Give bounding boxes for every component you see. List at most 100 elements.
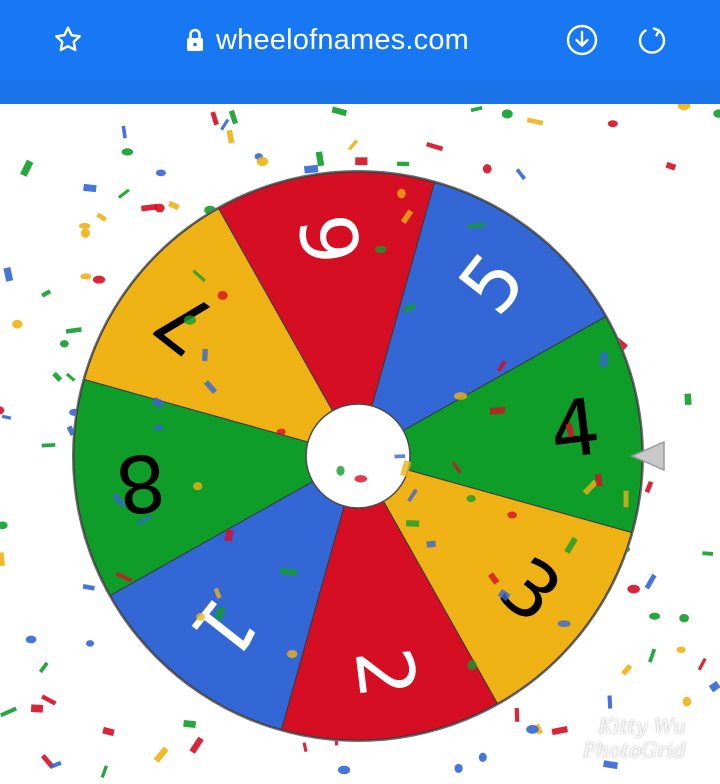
confetti-piece [41,694,57,706]
confetti-piece [121,148,134,156]
confetti-piece [80,273,92,280]
confetti-piece [607,120,618,128]
confetti-piece [276,428,286,436]
confetti-piece [102,726,115,737]
confetti-piece [65,327,82,334]
confetti-piece [551,726,569,736]
confetti-piece [355,157,368,166]
confetti-piece [25,635,37,644]
download-circle-icon[interactable] [564,22,600,58]
confetti-piece [708,680,720,693]
confetti-piece [460,558,466,574]
confetti-piece [644,480,654,494]
wheel-scene: 4321876 5 [0,104,720,779]
confetti-piece [623,490,629,508]
confetti-piece [682,696,692,707]
confetti-piece [454,763,463,773]
confetti-piece [217,290,228,300]
confetti-piece [426,540,436,548]
confetti-piece [65,372,76,382]
confetti-piece [228,109,239,125]
confetti-piece [41,289,52,298]
confetti-piece [92,275,106,284]
confetti-piece [406,520,420,527]
confetti-piece [0,521,8,530]
confetti-piece [1,414,12,420]
confetti-piece [425,141,444,152]
confetti-piece [0,406,5,415]
confetti-piece [337,765,351,775]
confetti-piece [375,245,387,254]
confetti-piece [210,111,219,126]
confetti-piece [397,188,406,199]
confetti-piece [59,340,69,348]
confetti-piece [286,650,298,659]
confetti-piece [526,117,544,126]
confetti-piece [153,746,169,763]
browser-toolbar: wheelofnames.com [0,0,720,104]
confetti-piece [466,495,476,503]
url-text: wheelofnames.com [216,23,470,56]
confetti-piece [0,706,18,718]
confetti-piece [30,704,44,713]
wheel-page: 43218765 Kitty Wu PhotoGrid [0,104,720,784]
confetti-piece [190,433,201,442]
confetti-piece [100,765,109,779]
confetti-piece [78,222,91,229]
confetti-piece [189,736,204,754]
confetti-piece [202,348,208,362]
confetti-piece [3,266,14,282]
confetti-piece [482,164,492,174]
confetti-piece [599,352,609,368]
wheel-hub [305,403,411,509]
confetti-piece [303,164,319,174]
confetti-piece [649,612,661,620]
confetti-piece [80,228,90,238]
confetti-piece [621,663,633,676]
confetti-piece [140,203,158,212]
spin-wheel[interactable]: 4321876 5 [72,170,644,742]
confetti-piece [507,511,517,519]
confetti-piece [648,648,657,663]
confetti-piece [86,640,95,647]
confetti-piece [20,159,34,177]
confetti-piece [0,552,6,567]
star-outline-icon[interactable] [50,22,86,58]
confetti-piece [83,183,97,193]
confetti-piece [303,278,314,286]
confetti-piece [354,475,368,483]
confetti-piece [607,695,613,709]
toolbar-bottom-strip [0,80,720,104]
confetti-piece [302,742,308,753]
confetti-piece [183,315,197,325]
confetti-piece [279,445,288,456]
confetti-piece [515,168,526,181]
confetti-piece [665,161,677,171]
confetti-piece [514,708,520,722]
confetti-piece [121,125,127,139]
confetti-piece [226,129,235,144]
confetti-piece [183,719,197,729]
confetti-piece [627,584,640,594]
lock-icon [184,27,206,53]
confetti-piece [109,479,123,488]
watermark-app: PhotoGrid [582,738,686,762]
confetti-piece [96,212,107,222]
confetti-piece [41,443,56,448]
confetti-piece [192,482,203,491]
confetti-piece [157,291,171,300]
confetti-piece [267,405,278,413]
confetti-piece [478,752,487,763]
confetti-piece [563,501,573,509]
confetti-piece [155,169,166,177]
confetti-piece [684,393,692,406]
reload-icon[interactable] [634,22,670,58]
confetti-piece [167,200,180,211]
confetti-piece [697,657,707,671]
confetti-piece [470,105,483,113]
address-bar[interactable]: wheelofnames.com [184,22,469,58]
confetti-piece [154,424,164,432]
confetti-piece [501,109,513,119]
confetti-piece [12,319,23,329]
confetti-piece [220,118,230,131]
